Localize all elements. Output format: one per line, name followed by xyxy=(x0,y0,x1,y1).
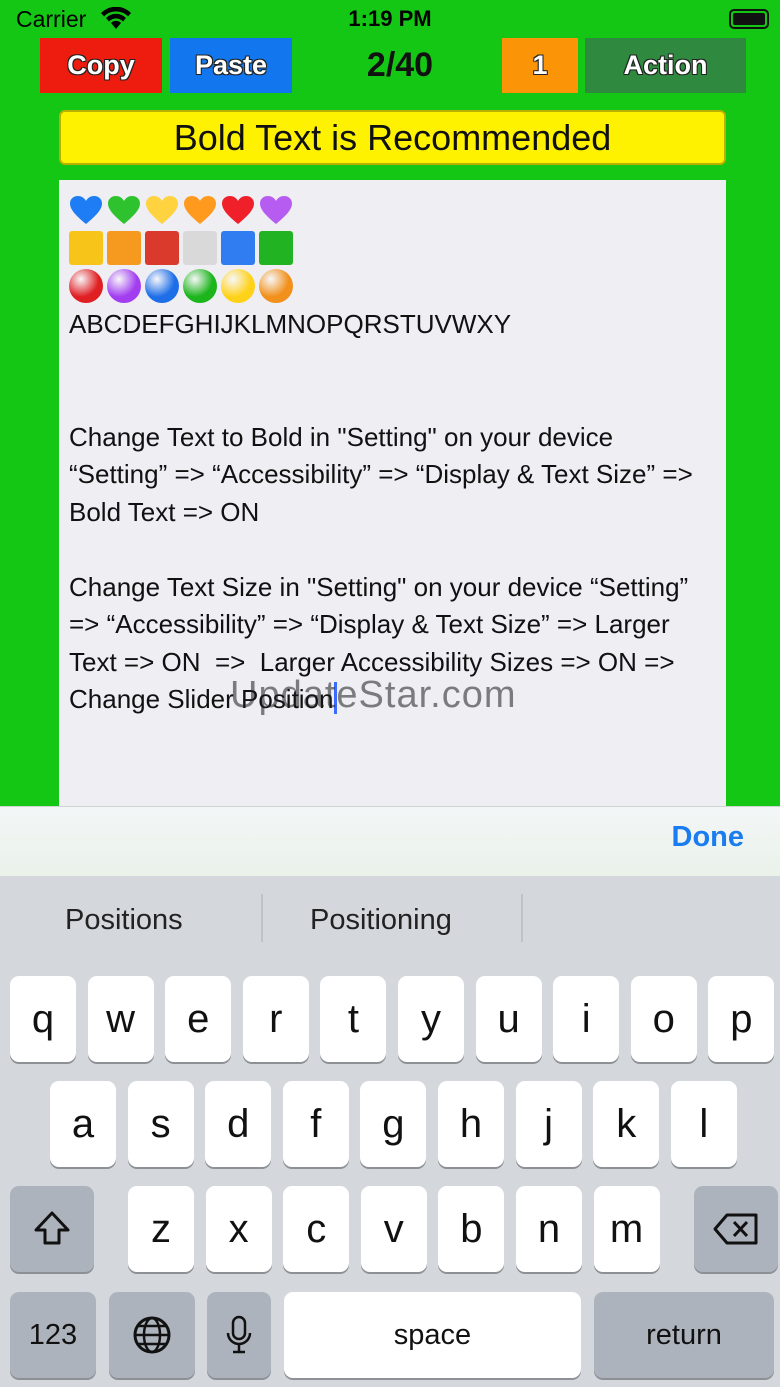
square-icon xyxy=(183,231,217,265)
key-t[interactable]: t xyxy=(320,976,387,1062)
shift-key[interactable] xyxy=(10,1186,94,1272)
suggestion-divider xyxy=(261,894,263,942)
square-icon xyxy=(69,231,103,265)
key-e[interactable]: e xyxy=(165,976,232,1062)
key-v[interactable]: v xyxy=(360,1186,427,1272)
square-icon xyxy=(259,231,293,265)
suggestion-divider xyxy=(521,894,523,942)
circle-icon xyxy=(107,269,141,303)
key-o[interactable]: o xyxy=(630,976,697,1062)
key-k[interactable]: k xyxy=(593,1081,660,1167)
microphone-icon xyxy=(226,1315,252,1354)
heart-icon xyxy=(107,195,141,225)
page-counter: 2/40 xyxy=(366,46,434,84)
return-key[interactable]: return xyxy=(594,1292,774,1378)
key-c[interactable]: c xyxy=(283,1186,350,1272)
status-time: 1:19 PM xyxy=(348,6,432,31)
battery-icon xyxy=(729,9,769,29)
one-button[interactable]: 1 xyxy=(502,38,578,93)
backspace-icon xyxy=(713,1213,758,1245)
circle-icon xyxy=(183,269,217,303)
done-button[interactable]: Done xyxy=(672,821,745,854)
copy-button[interactable]: Copy xyxy=(40,38,162,93)
key-b[interactable]: b xyxy=(438,1186,505,1272)
key-a[interactable]: a xyxy=(50,1081,116,1167)
key-f[interactable]: f xyxy=(282,1081,349,1167)
key-j[interactable]: j xyxy=(515,1081,582,1167)
heart-icon xyxy=(183,195,217,225)
key-h[interactable]: h xyxy=(438,1081,504,1167)
key-z[interactable]: z xyxy=(128,1186,194,1272)
key-y[interactable]: y xyxy=(398,976,464,1062)
microphone-key[interactable] xyxy=(207,1292,271,1378)
delete-key[interactable] xyxy=(694,1186,778,1272)
circle-icon xyxy=(221,269,255,303)
key-q[interactable]: q xyxy=(10,976,76,1062)
key-w[interactable]: w xyxy=(87,976,154,1062)
key-s[interactable]: s xyxy=(127,1081,194,1167)
key-r[interactable]: r xyxy=(242,976,309,1062)
circle-icon xyxy=(145,269,179,303)
globe-key[interactable] xyxy=(109,1292,195,1378)
circles-row xyxy=(69,268,716,304)
heart-icon xyxy=(145,195,179,225)
square-icon xyxy=(221,231,255,265)
keyboard-accessory-bar: Done xyxy=(0,806,780,876)
key-n[interactable]: n xyxy=(516,1186,582,1272)
space-key[interactable]: space xyxy=(284,1292,581,1378)
globe-icon xyxy=(133,1316,171,1354)
suggestion-positioning[interactable]: Positioning xyxy=(310,904,452,937)
alphabet-text: ABCDEFGHIJKLMNOPQRSTUVWXY xyxy=(69,309,512,339)
circle-icon xyxy=(69,269,103,303)
numbers-key[interactable]: 123 xyxy=(10,1292,96,1378)
circle-icon xyxy=(259,269,293,303)
key-p[interactable]: p xyxy=(708,976,775,1062)
shift-icon xyxy=(34,1211,70,1245)
key-u[interactable]: u xyxy=(475,976,542,1062)
key-m[interactable]: m xyxy=(593,1186,660,1272)
heart-icon xyxy=(69,195,103,225)
key-i[interactable]: i xyxy=(553,976,620,1062)
key-l[interactable]: l xyxy=(670,1081,737,1167)
recommendation-banner: Bold Text is Recommended xyxy=(59,110,726,165)
bold-instructions: Change Text to Bold in "Setting" on your… xyxy=(69,421,700,527)
key-g[interactable]: g xyxy=(360,1081,427,1167)
heart-icon xyxy=(259,195,293,225)
action-button[interactable]: Action xyxy=(585,38,746,93)
hearts-row xyxy=(69,192,716,228)
paste-button[interactable]: Paste xyxy=(170,38,292,93)
key-x[interactable]: x xyxy=(205,1186,272,1272)
suggestion-positions[interactable]: Positions xyxy=(65,904,183,937)
status-bar: Carrier 1:19 PM xyxy=(0,0,780,38)
watermark: UpdateStar.com xyxy=(230,674,517,716)
square-icon xyxy=(145,231,179,265)
heart-icon xyxy=(221,195,255,225)
square-icon xyxy=(107,231,141,265)
squares-row xyxy=(69,230,716,266)
keyboard: Positions Positioning qwertyuiop asdfghj… xyxy=(0,876,780,1387)
key-d[interactable]: d xyxy=(205,1081,272,1167)
